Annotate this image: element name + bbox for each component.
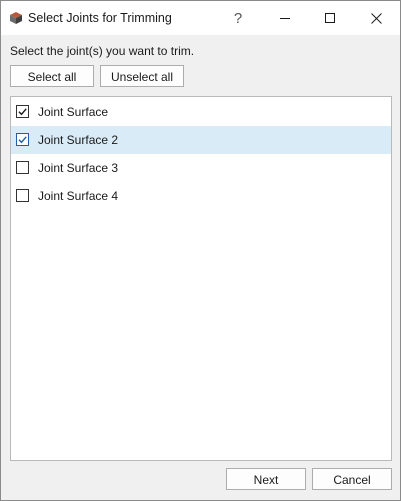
close-button[interactable]	[353, 1, 399, 35]
cancel-button[interactable]: Cancel	[312, 468, 392, 490]
checkbox[interactable]	[16, 189, 29, 202]
joint-list[interactable]: Joint Surface Joint Surface 2 Joint Surf…	[10, 96, 392, 461]
help-button[interactable]: ?	[215, 1, 261, 35]
close-icon	[370, 12, 382, 24]
dialog-window: Select Joints for Trimming ? Select the …	[0, 0, 401, 501]
joint-label: Joint Surface 4	[38, 189, 119, 203]
help-icon: ?	[233, 9, 243, 27]
list-item[interactable]: Joint Surface 3	[11, 154, 391, 182]
list-item[interactable]: Joint Surface 2	[11, 126, 391, 154]
list-item[interactable]: Joint Surface	[11, 98, 391, 126]
unselect-all-button[interactable]: Unselect all	[100, 65, 184, 87]
minimize-button[interactable]	[262, 1, 308, 35]
joint-label: Joint Surface 3	[38, 161, 119, 175]
instruction-text: Select the joint(s) you want to trim.	[10, 44, 195, 58]
checkbox[interactable]	[16, 105, 29, 118]
list-item[interactable]: Joint Surface 4	[11, 182, 391, 210]
title-bar[interactable]: Select Joints for Trimming ?	[1, 1, 400, 35]
checkmark-icon	[18, 108, 27, 116]
select-all-button[interactable]: Select all	[10, 65, 94, 87]
checkmark-icon	[18, 136, 27, 144]
window-title: Select Joints for Trimming	[28, 11, 172, 25]
joint-label: Joint Surface 2	[38, 133, 119, 147]
minimize-icon	[280, 18, 290, 19]
maximize-icon	[325, 13, 335, 23]
checkbox[interactable]	[16, 161, 29, 174]
maximize-button[interactable]	[307, 1, 353, 35]
checkbox[interactable]	[16, 133, 29, 146]
app-cube-icon	[9, 11, 23, 25]
joint-label: Joint Surface	[38, 105, 109, 119]
next-button[interactable]: Next	[226, 468, 306, 490]
